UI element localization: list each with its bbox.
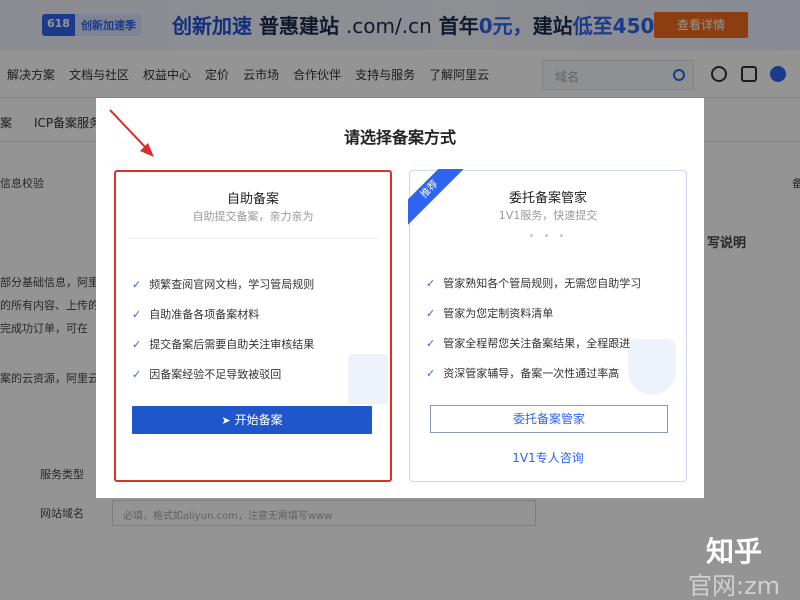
zhihu-watermark: 知乎 bbox=[706, 535, 763, 568]
annotation-arrow-icon bbox=[109, 109, 154, 157]
zhihu-watermark-sub: 官网:zm bbox=[688, 572, 781, 600]
